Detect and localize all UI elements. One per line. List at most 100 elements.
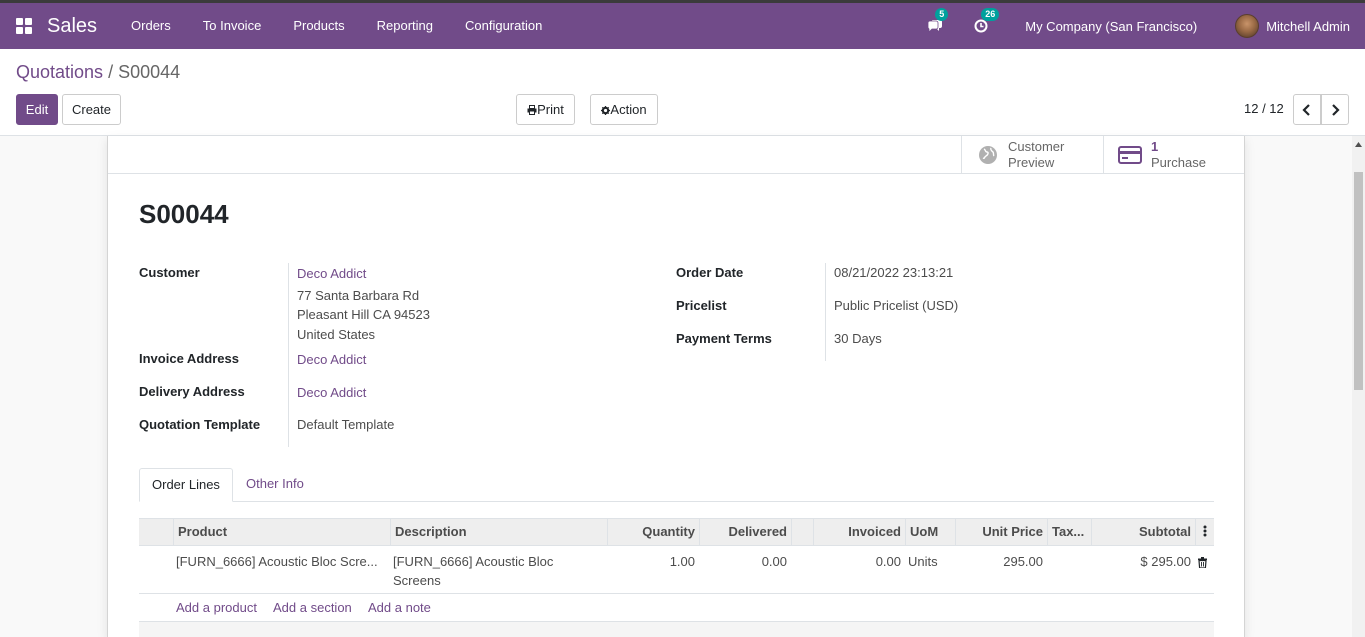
column-product[interactable]: Product bbox=[173, 519, 390, 547]
add-line-row: Add a product Add a section Add a note bbox=[139, 594, 1214, 622]
form-sheet: Customer Preview 1 Purchase S00044 Custo… bbox=[107, 136, 1245, 637]
column-spacer bbox=[791, 519, 813, 547]
user-menu[interactable]: Mitchell Admin bbox=[1266, 19, 1350, 34]
tab-order-lines[interactable]: Order Lines bbox=[139, 468, 233, 502]
print-label: Print bbox=[537, 102, 564, 117]
breadcrumb-current: S00044 bbox=[118, 62, 181, 82]
add-note-link[interactable]: Add a note bbox=[368, 600, 431, 615]
delivery-address-link[interactable]: Deco Addict bbox=[297, 385, 366, 400]
column-unit-price[interactable]: Unit Price bbox=[955, 519, 1047, 547]
scroll-up-icon[interactable] bbox=[1354, 140, 1363, 149]
purchase-count: 1 bbox=[1151, 139, 1159, 154]
vertical-scrollbar[interactable] bbox=[1352, 136, 1365, 637]
globe-icon bbox=[979, 146, 997, 164]
credit-card-icon bbox=[1118, 146, 1142, 164]
row-delete-button[interactable] bbox=[1198, 554, 1207, 573]
messages-badge: 5 bbox=[935, 8, 949, 21]
delivery-address-label: Delivery Address bbox=[139, 384, 245, 399]
breadcrumb: Quotations / S00044 bbox=[16, 62, 180, 83]
company-switcher[interactable]: My Company (San Francisco) bbox=[1025, 19, 1197, 34]
purchase-smart-button[interactable]: 1 Purchase bbox=[1103, 136, 1244, 174]
purchase-label: Purchase bbox=[1151, 155, 1206, 170]
optional-columns-toggle[interactable] bbox=[1195, 519, 1214, 547]
payment-terms-label: Payment Terms bbox=[676, 331, 772, 346]
chevron-right-icon bbox=[1332, 103, 1340, 116]
menu-orders[interactable]: Orders bbox=[115, 3, 187, 49]
invoice-address-label: Invoice Address bbox=[139, 351, 239, 366]
menu-configuration[interactable]: Configuration bbox=[449, 3, 558, 49]
quotation-template-label: Quotation Template bbox=[139, 417, 261, 432]
row-invoiced: 0.00 bbox=[875, 554, 901, 569]
table-header: Product Description Quantity Delivered I… bbox=[139, 518, 1214, 547]
create-button[interactable]: Create bbox=[62, 94, 121, 125]
action-button[interactable]: Action bbox=[590, 94, 658, 125]
top-navbar: Sales Orders To Invoice Products Reporti… bbox=[0, 0, 1365, 49]
customer-preview-button[interactable]: Customer Preview bbox=[961, 136, 1103, 174]
scrollbar-thumb[interactable] bbox=[1354, 172, 1363, 390]
customer-label: Customer bbox=[139, 265, 200, 280]
column-subtotal[interactable]: Subtotal bbox=[1091, 519, 1195, 547]
print-button[interactable]: Print bbox=[516, 94, 575, 125]
control-panel: Quotations / S00044 Edit Create Print Ac… bbox=[0, 49, 1365, 136]
left-group-divider bbox=[288, 263, 289, 447]
pager-previous-button[interactable] bbox=[1293, 94, 1321, 125]
right-group-divider bbox=[825, 263, 826, 361]
invoice-address-link[interactable]: Deco Addict bbox=[297, 352, 366, 367]
row-description: [FURN_6666] Acoustic Bloc Screens bbox=[393, 552, 553, 590]
tab-other-info[interactable]: Other Info bbox=[234, 468, 316, 502]
table-footer bbox=[139, 622, 1214, 637]
column-taxes[interactable]: Tax... bbox=[1047, 519, 1091, 547]
column-description[interactable]: Description bbox=[390, 519, 607, 547]
row-quantity: 1.00 bbox=[669, 554, 695, 569]
payment-terms-value: 30 Days bbox=[834, 331, 882, 346]
menu-products[interactable]: Products bbox=[277, 3, 360, 49]
row-product[interactable]: [FURN_6666] Acoustic Bloc Scre... bbox=[176, 552, 384, 571]
customer-address-city: Pleasant Hill CA 94523 bbox=[297, 307, 430, 322]
menu-reporting[interactable]: Reporting bbox=[361, 3, 449, 49]
notebook-tabs: Order Lines Other Info bbox=[139, 468, 1214, 502]
row-subtotal: $ 295.00 bbox=[1140, 554, 1191, 569]
row-description-line1: [FURN_6666] Acoustic Bloc bbox=[393, 554, 554, 569]
smart-button-box: Customer Preview 1 Purchase bbox=[108, 136, 1244, 174]
messages-button[interactable]: 5 bbox=[923, 8, 949, 38]
row-uom: Units bbox=[908, 554, 938, 569]
avatar[interactable] bbox=[1235, 14, 1260, 38]
add-product-link[interactable]: Add a product bbox=[176, 600, 257, 615]
handle-column-header bbox=[139, 519, 173, 547]
chevron-left-icon bbox=[1302, 103, 1310, 116]
row-delivered: 0.00 bbox=[761, 554, 787, 569]
customer-address-street: 77 Santa Barbara Rd bbox=[297, 288, 420, 303]
app-name[interactable]: Sales bbox=[47, 15, 97, 38]
customer-preview-line1: Customer bbox=[1008, 139, 1065, 154]
pager-value: 12 / 12 bbox=[1244, 101, 1284, 116]
order-date-value: 08/21/2022 23:13:21 bbox=[834, 265, 954, 280]
print-icon bbox=[527, 105, 537, 115]
table-row[interactable]: [FURN_6666] Acoustic Bloc Scre... [FURN_… bbox=[139, 546, 1214, 594]
customer-address-country: United States bbox=[297, 327, 376, 342]
column-quantity[interactable]: Quantity bbox=[607, 519, 699, 547]
customer-preview-line2: Preview bbox=[1008, 155, 1055, 170]
menu-to-invoice[interactable]: To Invoice bbox=[187, 3, 278, 49]
column-invoiced[interactable]: Invoiced bbox=[813, 519, 905, 547]
breadcrumb-separator: / bbox=[108, 62, 114, 82]
chat-icon bbox=[927, 20, 943, 33]
column-delivered[interactable]: Delivered bbox=[699, 519, 791, 547]
pricelist-value: Public Pricelist (USD) bbox=[834, 298, 959, 313]
quotation-template-value: Default Template bbox=[297, 417, 395, 432]
order-date-label: Order Date bbox=[676, 265, 744, 280]
activities-button[interactable]: 26 bbox=[969, 8, 1000, 38]
add-section-link[interactable]: Add a section bbox=[273, 600, 352, 615]
row-unit-price: 295.00 bbox=[1003, 554, 1043, 569]
edit-button[interactable]: Edit bbox=[16, 94, 58, 125]
breadcrumb-quotations[interactable]: Quotations bbox=[16, 62, 103, 82]
pager-next-button[interactable] bbox=[1321, 94, 1349, 125]
kebab-menu-icon bbox=[1203, 525, 1207, 537]
record-title: S00044 bbox=[139, 199, 229, 229]
action-label: Action bbox=[610, 102, 647, 117]
clock-icon bbox=[974, 19, 988, 33]
pricelist-label: Pricelist bbox=[676, 298, 727, 313]
customer-link[interactable]: Deco Addict bbox=[297, 266, 366, 281]
column-uom[interactable]: UoM bbox=[905, 519, 955, 547]
trash-icon bbox=[1198, 557, 1207, 569]
apps-grid-icon[interactable] bbox=[0, 3, 48, 49]
